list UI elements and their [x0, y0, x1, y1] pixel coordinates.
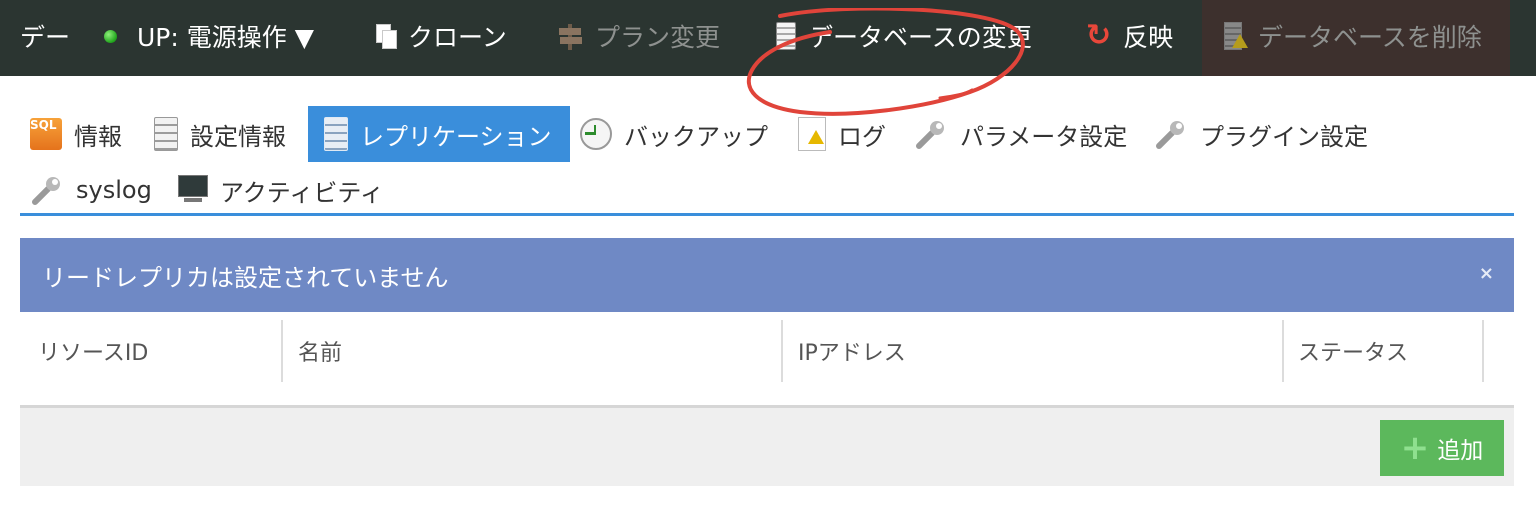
db-delete-label: データベースを削除 [1258, 23, 1482, 52]
add-button[interactable]: + 追加 [1380, 420, 1504, 476]
database-warning-icon [1224, 22, 1248, 50]
tab-activity-label: アクティビティ [220, 178, 384, 207]
column-divider [1282, 320, 1284, 382]
alert-message: リードレプリカは設定されていません [42, 263, 449, 292]
info-alert: リードレプリカは設定されていません × [20, 238, 1514, 312]
wrench-icon [1156, 121, 1184, 149]
tab-backup-label: バックアップ [624, 122, 768, 151]
toolbar-title: デー [20, 0, 70, 72]
column-header-status[interactable]: ステータス [1298, 320, 1408, 382]
backup-clock-icon [580, 118, 612, 150]
reflect-label: 反映 [1123, 23, 1174, 52]
tab-plugin-settings-label: プラグイン設定 [1200, 122, 1368, 151]
power-menu-label: UP: 電源操作 ▼ [137, 23, 314, 52]
tab-activity[interactable]: アクティビティ [178, 162, 384, 218]
plus-icon: + [1400, 428, 1430, 468]
tab-plugin-settings[interactable]: プラグイン設定 [1154, 106, 1368, 162]
column-divider [781, 320, 783, 382]
column-divider [281, 320, 283, 382]
tab-parameter-settings-label: パラメータ設定 [960, 122, 1128, 151]
plan-change-button[interactable]: プラン変更 [557, 0, 720, 72]
tab-settings-info-label: 設定情報 [190, 122, 286, 151]
column-header-ip-address[interactable]: IPアドレス [798, 320, 906, 382]
clone-button[interactable]: クローン [376, 0, 507, 72]
log-warning-icon [798, 117, 826, 151]
server-icon [154, 117, 178, 151]
copy-icon [376, 24, 397, 49]
column-header-name[interactable]: 名前 [298, 320, 342, 382]
wrench-icon [916, 121, 944, 149]
status-up-icon [104, 29, 117, 43]
tab-info[interactable]: SQL 情報 [30, 106, 122, 162]
tab-replication[interactable]: レプリケーション [308, 106, 570, 162]
server-icon [324, 117, 348, 151]
tab-syslog-label: syslog [76, 176, 152, 204]
plan-change-label: プラン変更 [595, 23, 721, 52]
signpost-icon [557, 22, 583, 50]
tabs-underline [20, 213, 1514, 216]
tab-info-label: 情報 [74, 122, 122, 151]
sql-icon: SQL [30, 118, 62, 150]
table-footer [20, 408, 1514, 486]
tab-log-label: ログ [838, 122, 886, 151]
tab-parameter-settings[interactable]: パラメータ設定 [914, 106, 1127, 162]
tab-backup[interactable]: バックアップ [580, 106, 768, 162]
toolbar-title-text: デー [20, 23, 71, 52]
tab-log[interactable]: ログ [798, 106, 886, 162]
add-button-label: 追加 [1437, 438, 1484, 464]
column-header-resource-id[interactable]: リソースID [38, 320, 148, 382]
close-icon[interactable]: × [1479, 238, 1494, 308]
reflect-button[interactable]: ↻ 反映 [1086, 0, 1173, 72]
monitor-icon [178, 175, 208, 205]
refresh-icon: ↻ [1086, 18, 1112, 53]
wrench-icon [32, 177, 60, 205]
tab-settings-info[interactable]: 設定情報 [154, 106, 286, 162]
db-delete-button[interactable]: データベースを削除 [1224, 0, 1482, 72]
clone-label: クローン [408, 23, 507, 52]
column-divider [1482, 320, 1484, 382]
power-menu-button[interactable]: UP: 電源操作 ▼ [104, 0, 314, 72]
tab-syslog[interactable]: syslog [30, 162, 152, 218]
tab-replication-label: レプリケーション [360, 122, 552, 151]
